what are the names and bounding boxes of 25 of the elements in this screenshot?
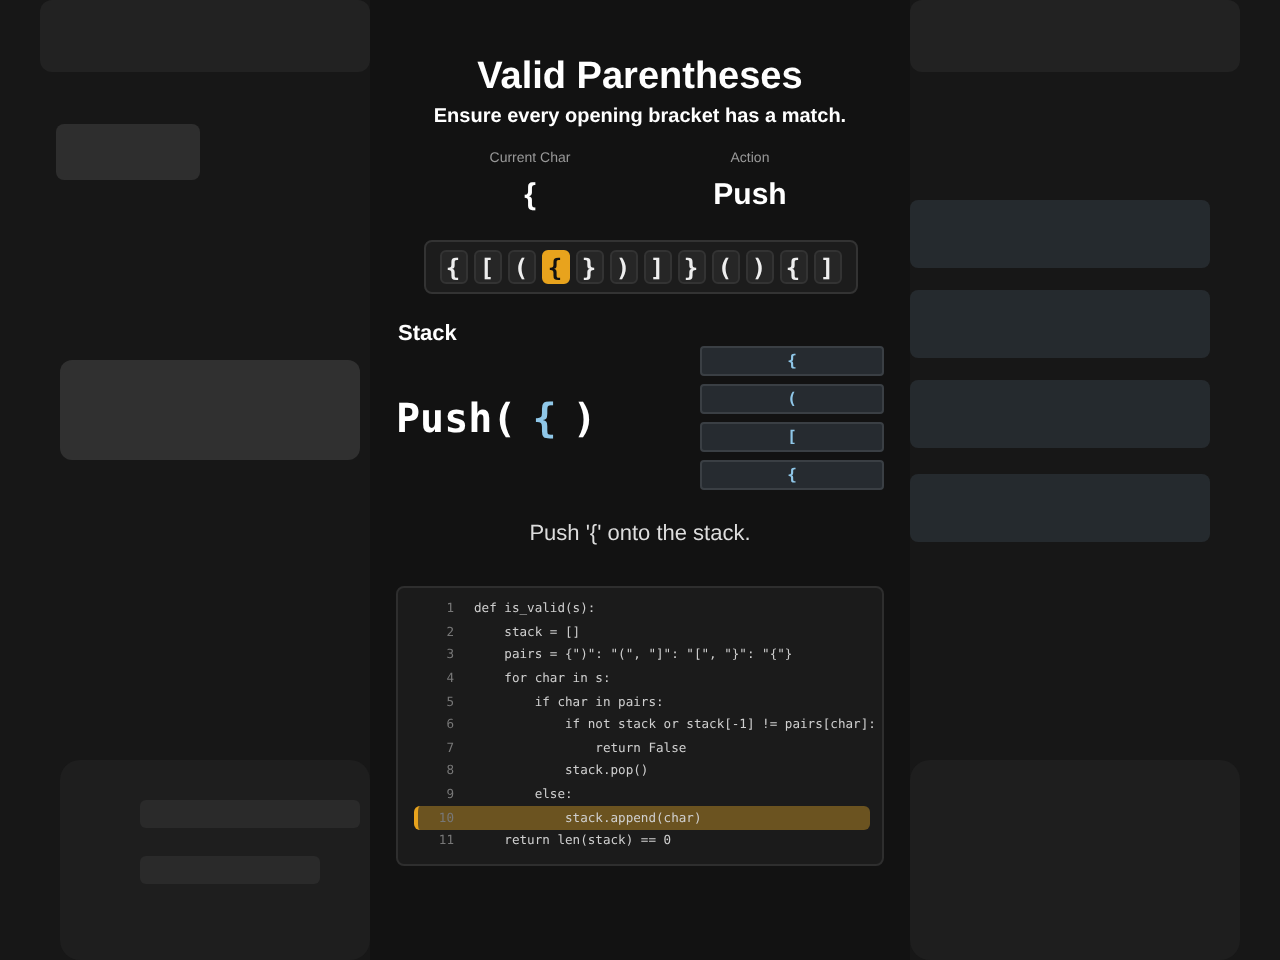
operation-text: Push( <box>396 394 517 442</box>
title: Valid Parentheses <box>477 56 803 100</box>
step-message: Push '{' onto the stack. <box>529 522 751 546</box>
stack-item: { <box>700 460 884 490</box>
bracket-token: ) <box>745 250 773 284</box>
bracket-token: ] <box>813 250 841 284</box>
status-value: Push <box>713 178 787 212</box>
bracket-token: } <box>575 250 603 284</box>
stack-heading: Stack <box>398 322 457 346</box>
stack-item: { <box>700 346 884 376</box>
bracket-token: ( <box>711 250 739 284</box>
subtitle: Ensure every opening bracket has a match. <box>433 106 847 128</box>
stack-item: ( <box>700 384 884 414</box>
bracket-token: { <box>779 250 807 284</box>
operand-text: { <box>532 394 557 442</box>
bracket-token: ( <box>507 250 535 284</box>
bracket-token: { <box>541 250 569 284</box>
bracket-token: ) <box>609 250 637 284</box>
bracket-token: } <box>677 250 705 284</box>
bracket-token: ] <box>643 250 671 284</box>
operation-close: ) <box>572 394 597 442</box>
bracket-token: { <box>439 250 467 284</box>
bracket-token: [ <box>473 250 501 284</box>
stack-item: [ <box>700 422 884 452</box>
status-value: { <box>524 178 536 212</box>
